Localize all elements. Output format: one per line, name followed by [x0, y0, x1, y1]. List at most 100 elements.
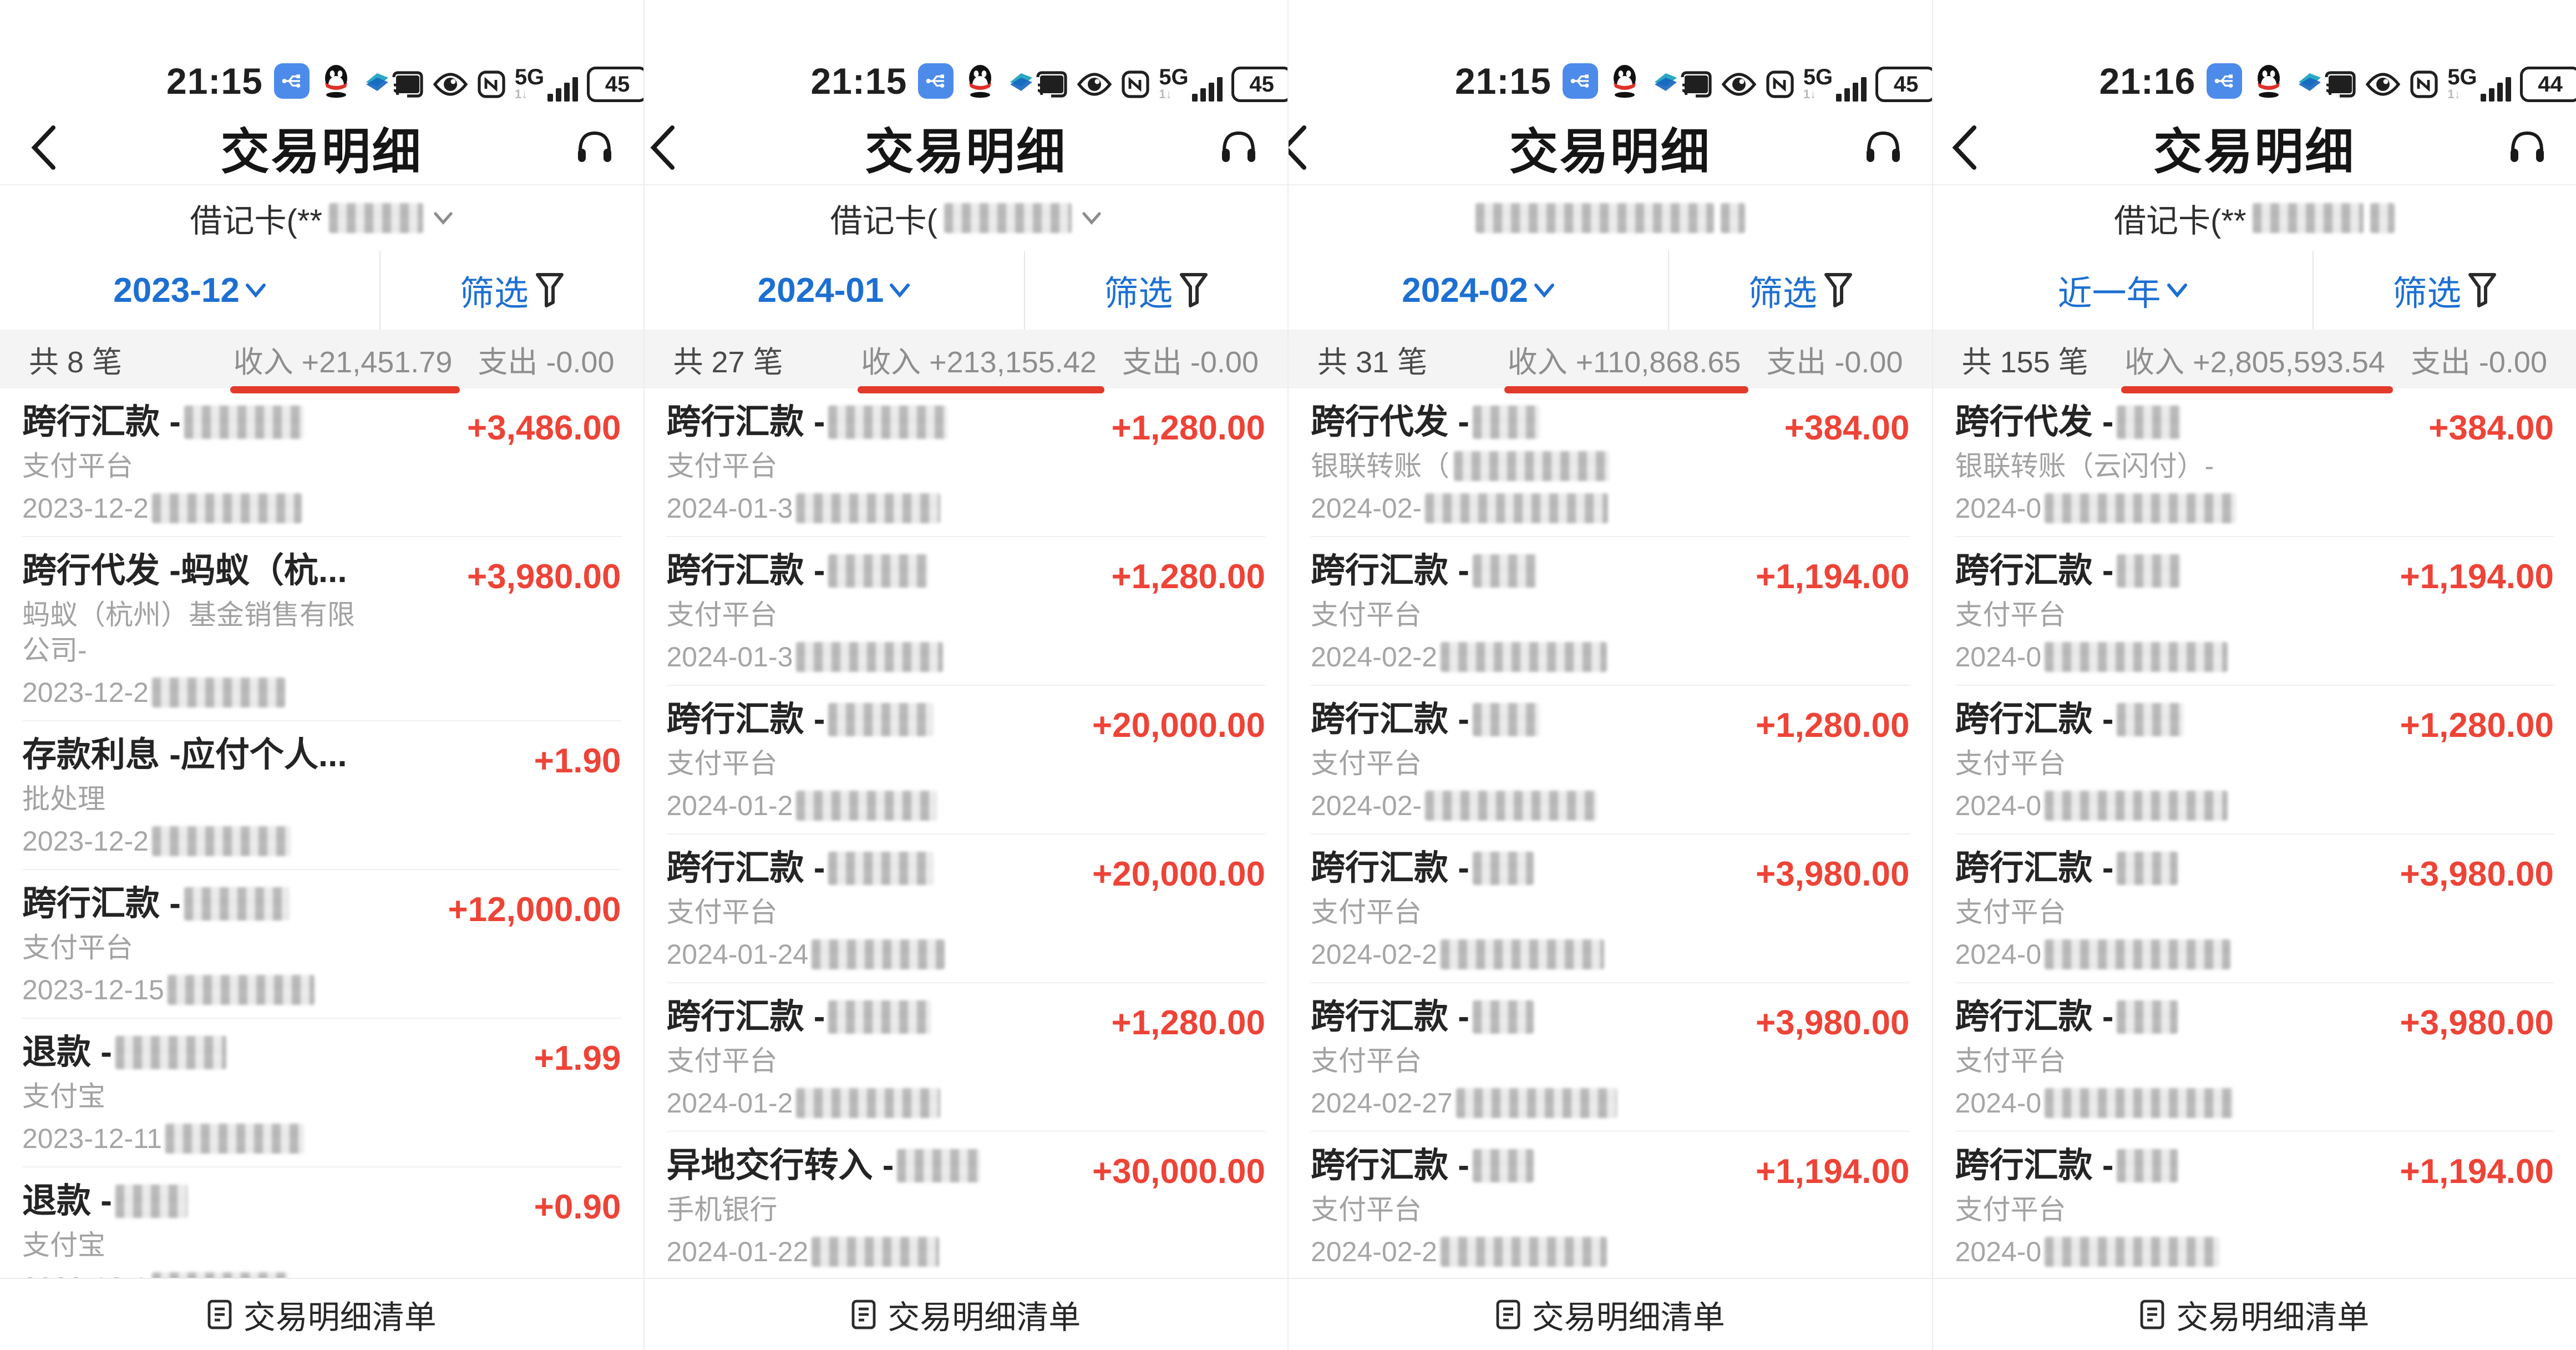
- transaction-row[interactable]: 跨行汇款 - 支付平台 2024-0 +1,194.00: [1955, 537, 2554, 686]
- transaction-channel: 支付平台: [1311, 597, 1739, 633]
- docs-app-icon: [1651, 67, 1680, 95]
- page-title: 交易明细: [865, 113, 1067, 183]
- censored-timestamp: [796, 642, 943, 672]
- period-label: 2024-02: [1402, 271, 1528, 310]
- censored-timestamp: [2045, 493, 2236, 523]
- period-label: 2024-01: [758, 271, 884, 310]
- transaction-row[interactable]: 跨行汇款 - 支付平台 2024-0 +3,980.00: [1955, 983, 2554, 1132]
- transaction-date: 2024-02-2: [1311, 1234, 1739, 1270]
- headset-icon[interactable]: [575, 127, 615, 169]
- transaction-row[interactable]: 跨行汇款 - 支付平台 2024-02-27 +3,980.00: [1311, 983, 1910, 1132]
- transaction-count: 共 27 笔: [673, 337, 783, 381]
- censored-payer-name: [2117, 1000, 2178, 1034]
- summary-bar: 共 31 笔 收入 +110,868.65 支出 -0.00: [1289, 330, 1932, 388]
- chevron-down-icon: [245, 283, 266, 297]
- filter-button[interactable]: 筛选: [1669, 251, 1931, 330]
- transaction-row[interactable]: 跨行汇款 - 支付平台 2024-01-3 +1,280.00: [667, 537, 1266, 686]
- chevron-down-icon: [1534, 283, 1555, 297]
- funnel-icon: [2468, 272, 2497, 308]
- account-selector[interactable]: 借记卡(: [645, 185, 1288, 251]
- back-chevron-icon[interactable]: [1950, 125, 1983, 170]
- transaction-row[interactable]: 跨行汇款 - 支付平台 2024-01-2 +1,280.00: [667, 983, 1266, 1132]
- summary-bar: 共 8 笔 收入 +21,451.79 支出 -0.00: [0, 330, 643, 388]
- transaction-row[interactable]: 跨行汇款 - 支付平台 2024-02-2 +1,194.00: [1311, 537, 1910, 686]
- transaction-list: 跨行汇款 - 支付平台 2024-01-3 +1,280.00 跨行汇款 - 支…: [645, 388, 1288, 1278]
- back-chevron-icon[interactable]: [29, 125, 62, 170]
- status-time: 21:15: [1455, 60, 1551, 102]
- censored-timestamp: [796, 791, 937, 821]
- period-selector[interactable]: 2023-12: [0, 251, 381, 330]
- transaction-detail-screen: 21:15: [643, 0, 1288, 1350]
- expense-total: 支出 -0.00: [1122, 337, 1259, 381]
- transaction-channel: 支付平台: [1955, 746, 2384, 781]
- headset-icon[interactable]: [2507, 127, 2547, 169]
- transaction-channel: 支付平台: [1311, 894, 1739, 930]
- battery-icon: 44: [2520, 67, 2576, 102]
- battery-percent: 45: [587, 67, 643, 102]
- status-time: 21:15: [166, 60, 263, 102]
- transaction-title: 跨行汇款 -: [1955, 1143, 2384, 1189]
- cast-icon: [1680, 70, 1712, 98]
- statement-link[interactable]: 交易明细清单: [645, 1278, 1288, 1350]
- transaction-date: 2024-0: [1955, 788, 2384, 823]
- chevron-down-icon: [2167, 283, 2188, 297]
- transaction-row[interactable]: 跨行汇款 - 支付平台 2024-02-2 +1,194.00: [1311, 1132, 1910, 1278]
- transaction-row[interactable]: 跨行汇款 - 支付平台 2024-0 +1,194.00: [1955, 1132, 2554, 1278]
- stitched-screenshots: 21:15: [0, 0, 2576, 1350]
- period-selector[interactable]: 近一年: [1933, 251, 2314, 330]
- censored-timestamp: [796, 1088, 940, 1118]
- transaction-channel: 支付平台: [667, 597, 1095, 633]
- eye-icon: [2365, 71, 2401, 98]
- status-bar: 21:16: [1933, 0, 2576, 111]
- transaction-row[interactable]: 跨行汇款 - 支付平台 2024-01-3 +1,280.00: [667, 388, 1266, 537]
- transaction-channel: 支付宝: [22, 1079, 518, 1114]
- transaction-row[interactable]: 跨行代发 - 银联转账（云闪付）- 2024-0 +384.00: [1955, 388, 2554, 537]
- transaction-row[interactable]: 退款 - 支付宝 2023-12-1 +0.90: [22, 1167, 621, 1278]
- filter-button[interactable]: 筛选: [1025, 251, 1287, 330]
- censored-timestamp: [2045, 1088, 2233, 1118]
- transaction-row[interactable]: 跨行汇款 - 支付平台 2024-0 +1,280.00: [1955, 686, 2554, 835]
- transaction-date: 2024-02-: [1311, 491, 1768, 526]
- transaction-row[interactable]: 跨行汇款 - 支付平台 2024-01-2 +20,000.00: [667, 686, 1266, 835]
- account-selector[interactable]: 借记卡(**: [1933, 185, 2576, 251]
- transaction-row[interactable]: 跨行汇款 - 支付平台 2023-12-2 +3,486.00: [22, 388, 621, 537]
- eye-icon: [433, 71, 468, 98]
- statement-link[interactable]: 交易明细清单: [0, 1278, 643, 1350]
- censored-timestamp: [2045, 791, 2228, 821]
- account-selector[interactable]: 借记卡(**: [0, 185, 643, 251]
- transaction-row[interactable]: 异地交行转入 - 手机银行 2024-01-22 +30,000.00: [667, 1132, 1266, 1278]
- transaction-row[interactable]: 跨行代发 - 银联转账（ 2024-02- +384.00: [1311, 388, 1910, 537]
- statement-link[interactable]: 交易明细清单: [1289, 1278, 1932, 1350]
- transaction-date: 2024-01-2: [667, 1085, 1095, 1121]
- transaction-title: 跨行汇款 -: [667, 994, 1095, 1040]
- transaction-row[interactable]: 跨行汇款 - 支付平台 2023-12-15 +12,000.00: [22, 870, 621, 1019]
- back-chevron-icon[interactable]: [648, 125, 681, 170]
- document-list-icon: [2139, 1299, 2165, 1330]
- filter-label: 筛选: [1104, 265, 1173, 315]
- transaction-row[interactable]: 跨行汇款 - 支付平台 2024-02-2 +3,980.00: [1311, 835, 1910, 983]
- transaction-row[interactable]: 存款利息 -应付个人... 批处理 2023-12-2 +1.90: [22, 721, 621, 870]
- transaction-row[interactable]: 跨行汇款 - 支付平台 2024-01-24 +20,000.00: [667, 835, 1266, 983]
- funnel-icon: [1179, 272, 1208, 308]
- statement-link[interactable]: 交易明细清单: [1933, 1278, 2576, 1350]
- period-selector[interactable]: 2024-01: [645, 251, 1025, 330]
- censored-payer-name: [1473, 1149, 1534, 1182]
- back-chevron-icon[interactable]: [1287, 125, 1313, 170]
- transaction-amount: +20,000.00: [1092, 706, 1265, 745]
- censored-card-number: [1475, 203, 1714, 233]
- filter-button[interactable]: 筛选: [381, 251, 643, 330]
- statement-link-label: 交易明细清单: [1532, 1291, 1725, 1338]
- filter-button[interactable]: 筛选: [2314, 251, 2576, 330]
- headset-icon[interactable]: [1219, 127, 1259, 169]
- transaction-row[interactable]: 跨行代发 -蚂蚁（杭... 蚂蚁（杭州）基金销售有限公司- 2023-12-2 …: [22, 537, 621, 721]
- censored-timestamp: [796, 493, 940, 523]
- headset-icon[interactable]: [1863, 127, 1903, 169]
- cast-icon: [392, 70, 424, 98]
- transaction-title: 跨行汇款 -: [1311, 697, 1739, 742]
- account-selector[interactable]: [1289, 185, 1932, 251]
- transaction-row[interactable]: 跨行汇款 - 支付平台 2024-02- +1,280.00: [1311, 686, 1910, 835]
- transaction-date: 2023-12-11: [22, 1121, 518, 1156]
- transaction-row[interactable]: 跨行汇款 - 支付平台 2024-0 +3,980.00: [1955, 835, 2554, 983]
- period-selector[interactable]: 2024-02: [1289, 251, 1669, 330]
- transaction-row[interactable]: 退款 - 支付宝 2023-12-11 +1.99: [22, 1019, 621, 1167]
